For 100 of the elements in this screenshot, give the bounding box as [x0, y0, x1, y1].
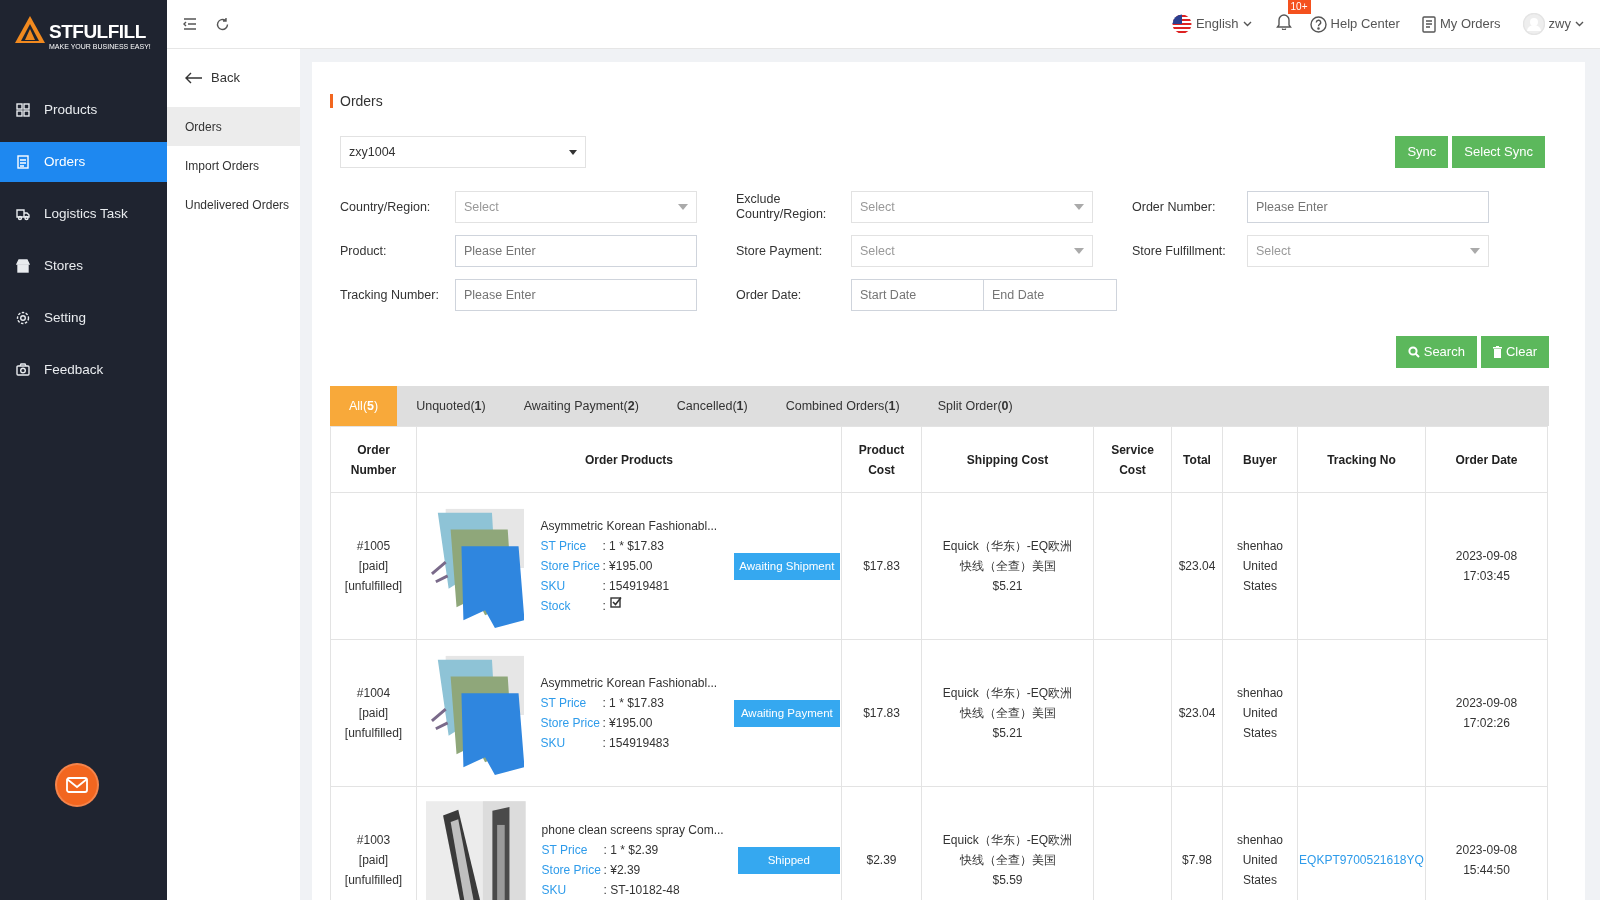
detail-value: : 1 * $2.39: [603, 842, 659, 859]
sidebar-item[interactable]: Logistics Task: [0, 194, 167, 234]
order-info: #1005: [355, 538, 392, 555]
back-arrow-icon[interactable]: [185, 72, 203, 84]
column-header: Product Cost: [857, 441, 906, 479]
product-name: Asymmetric Korean Fashionabl...: [540, 675, 718, 692]
dropdown-caret-icon: [569, 149, 577, 155]
table-cell: $23.04: [1178, 559, 1216, 573]
input-field[interactable]: Please Enter: [1247, 191, 1489, 223]
column-header: Order Date: [1455, 452, 1518, 467]
detail-value: : 154919483: [602, 735, 670, 752]
refresh-icon[interactable]: [215, 16, 230, 32]
back-link[interactable]: Back: [211, 68, 240, 88]
sidebar-item[interactable]: Setting: [0, 298, 167, 338]
order-info: [unfulfilled]: [343, 578, 404, 595]
logo-icon: [14, 14, 46, 44]
sidebar-item[interactable]: Stores: [0, 246, 167, 286]
my-orders-link[interactable]: My Orders: [1439, 14, 1501, 34]
column-header: Shipping Cost: [966, 452, 1049, 467]
column-header: Order Products: [585, 452, 673, 467]
input-field[interactable]: Please Enter: [455, 235, 697, 267]
detail-value: :: [602, 598, 606, 615]
order-date: 2023-09-08 17:03:45: [1454, 548, 1519, 585]
order-tab[interactable]: Split Order(0): [918, 386, 1032, 426]
detail-value: : 1 * $17.83: [602, 538, 664, 555]
order-info: #1004: [355, 685, 392, 702]
page-title: Orders: [330, 94, 1549, 108]
bell-icon[interactable]: [1275, 12, 1292, 31]
help-icon: [1309, 15, 1327, 33]
shipping-method: Equick（华东）-EQ欧洲快线（全查）美国: [941, 538, 1074, 575]
caret-icon: [1242, 21, 1252, 27]
dropdown-caret-icon: [1074, 248, 1084, 254]
product-name: phone clean screens spray Com...: [541, 822, 722, 839]
dropdown-caret-icon: [678, 204, 688, 210]
user-menu[interactable]: zwy: [1548, 14, 1571, 34]
detail-label: Stock: [540, 598, 572, 615]
help-center-link[interactable]: Help Center: [1330, 14, 1400, 34]
detail-label: SKU: [541, 882, 568, 899]
detail-value: : 154919481: [602, 578, 670, 595]
dropdown-caret-icon: [1470, 248, 1480, 254]
store-select[interactable]: zxy1004: [340, 136, 586, 168]
flag-icon: [1171, 14, 1192, 34]
order-date: 2023-09-08 15:44:50: [1454, 842, 1519, 879]
buyer-info: shenhao United States: [1235, 538, 1284, 595]
shipping-price: $5.21: [991, 725, 1024, 742]
shipping-method: Equick（华东）-EQ欧洲快线（全查）美国: [941, 832, 1074, 869]
order-date: 2023-09-08 17:02:26: [1454, 695, 1519, 732]
table-cell: $17.83: [863, 559, 900, 573]
trash-icon: [1492, 346, 1502, 358]
sidebar-item[interactable]: Feedback: [0, 350, 167, 390]
detail-label: SKU: [540, 735, 567, 752]
shipping-price: $5.59: [991, 872, 1024, 889]
submenu-item[interactable]: Undelivered Orders: [167, 185, 300, 224]
order-info: [paid]: [357, 705, 390, 722]
filter-label: Order Date:: [736, 287, 803, 303]
caret-icon: [1575, 21, 1584, 27]
detail-label: ST Price: [541, 842, 589, 859]
column-header: Buyer: [1243, 452, 1277, 467]
detail-value: : ST-10182-48: [603, 882, 680, 899]
column-header: Tracking No: [1327, 452, 1396, 467]
avatar-icon: [1522, 13, 1545, 35]
input-field[interactable]: Please Enter: [455, 279, 697, 311]
filter-label: Tracking Number:: [340, 287, 440, 303]
table-cell: $23.04: [1178, 706, 1216, 720]
sidebar-item[interactable]: Orders: [0, 142, 167, 182]
menu-fold-icon[interactable]: [183, 17, 197, 31]
date-field[interactable]: End Date: [984, 279, 1117, 311]
buyer-info: shenhao United States: [1235, 832, 1284, 889]
detail-label: ST Price: [540, 538, 588, 555]
product-name: Asymmetric Korean Fashionabl...: [540, 518, 718, 535]
detail-label: Store Price: [540, 715, 601, 732]
detail-value: : 1 * $17.83: [602, 695, 664, 712]
filter-label: Store Fulfillment:: [1132, 243, 1227, 259]
order-info: [unfulfilled]: [343, 872, 404, 889]
column-header: Order Number: [349, 441, 398, 479]
order-info: [paid]: [357, 852, 390, 869]
detail-label: Store Price: [541, 862, 602, 879]
sidebar-item[interactable]: Products: [0, 90, 167, 130]
submenu-item[interactable]: Orders: [167, 107, 300, 146]
mail-icon: [66, 777, 88, 793]
filter-label: Country/Region:: [340, 199, 432, 215]
detail-value: : ¥195.00: [602, 715, 653, 732]
column-header: Total: [1183, 452, 1211, 467]
date-field[interactable]: Start Date: [851, 279, 984, 311]
detail-label: SKU: [540, 578, 567, 595]
submenu-item[interactable]: Import Orders: [167, 146, 300, 185]
store-icon: [16, 259, 30, 273]
table-cell: $2.39: [866, 853, 897, 867]
order-tab[interactable]: Combined Orders(1): [766, 386, 919, 426]
table-cell: $17.83: [863, 706, 900, 720]
camera-icon: [16, 363, 30, 377]
order-tab[interactable]: Cancelled(1): [657, 386, 767, 426]
order-tab[interactable]: Awaiting Payment(2): [504, 386, 658, 426]
table-cell: $7.98: [1182, 853, 1212, 867]
mail-button[interactable]: [55, 763, 99, 807]
language-selector[interactable]: English: [1195, 14, 1239, 34]
order-tab[interactable]: Unquoted(1): [397, 386, 505, 426]
detail-label: Store Price: [540, 558, 601, 575]
filter-label: Order Number:: [1132, 199, 1217, 215]
shipping-price: $5.21: [991, 578, 1024, 595]
